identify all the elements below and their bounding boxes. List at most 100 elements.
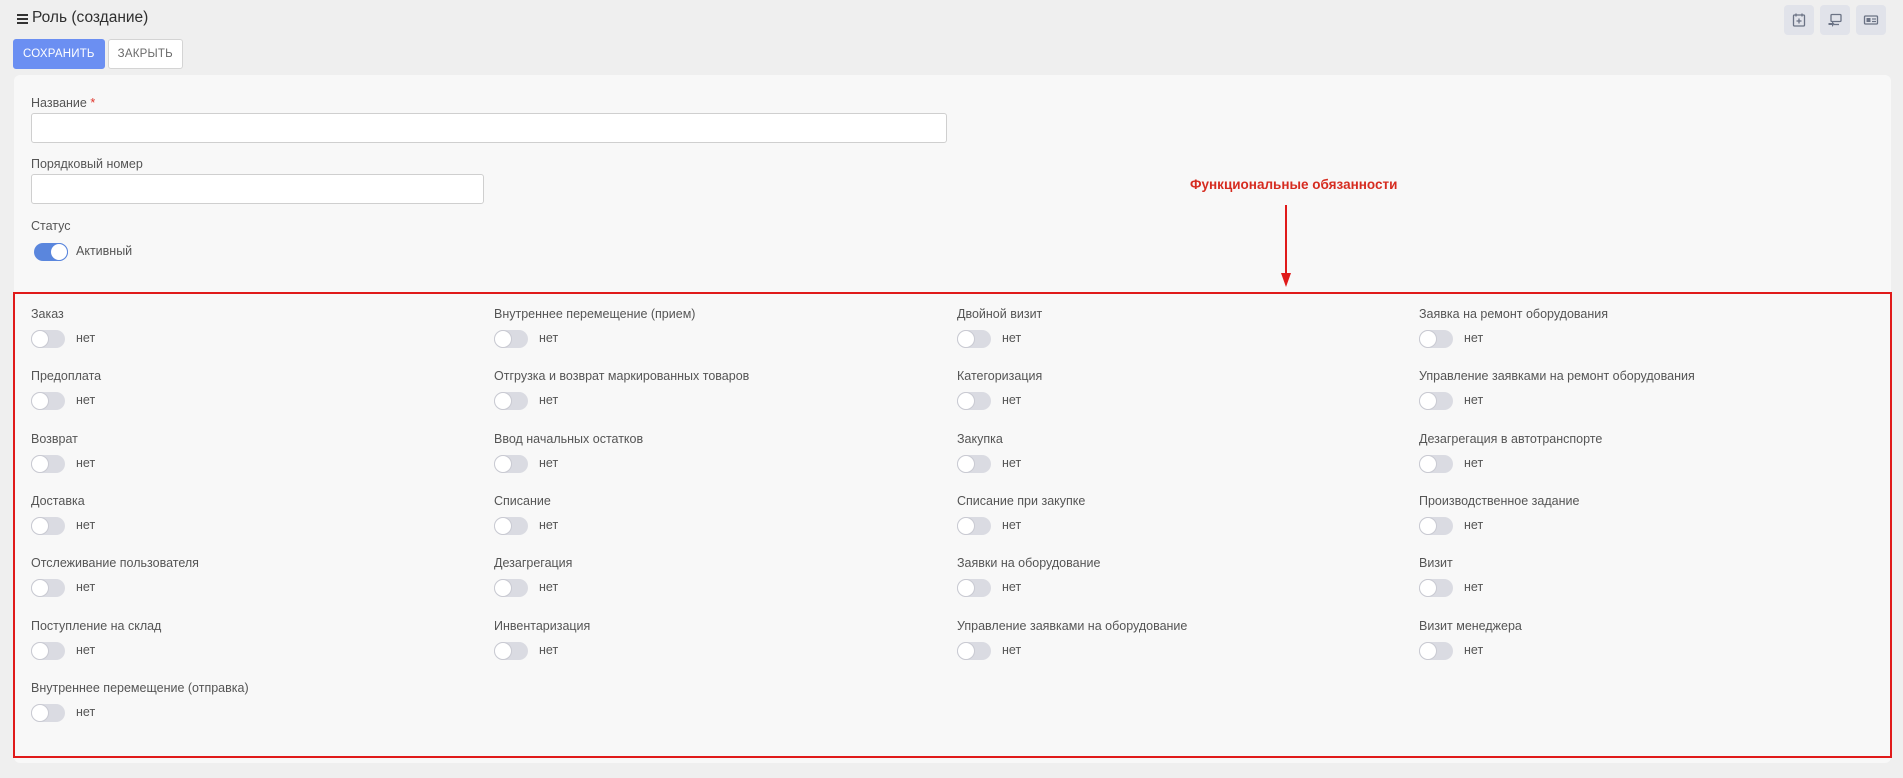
- duty-item: Отгрузка и возврат маркированных товаров…: [494, 369, 934, 425]
- toggle-knob: [31, 704, 49, 722]
- action-buttons: СОХРАНИТЬ ЗАКРЫТЬ: [13, 39, 183, 69]
- duty-toggle-value: нет: [1002, 393, 1022, 407]
- duty-toggle[interactable]: [957, 330, 991, 348]
- duty-toggle[interactable]: [31, 455, 65, 473]
- duty-toggle[interactable]: [31, 392, 65, 410]
- duty-label: Инвентаризация: [494, 619, 591, 633]
- toggle-knob: [1419, 579, 1437, 597]
- duty-toggle[interactable]: [1419, 392, 1453, 410]
- duty-toggle[interactable]: [31, 330, 65, 348]
- monitor-transfer-icon[interactable]: [1820, 5, 1850, 35]
- duty-toggle-value: нет: [1464, 643, 1484, 657]
- duty-item: Визит нет: [1419, 556, 1859, 612]
- toggle-knob: [494, 392, 512, 410]
- duty-item: Инвентаризация нет: [494, 619, 934, 675]
- duty-label: Визит: [1419, 556, 1453, 570]
- duty-toggle-value: нет: [76, 643, 96, 657]
- duty-toggle[interactable]: [31, 642, 65, 660]
- toggle-knob: [957, 330, 975, 348]
- duty-item: Внутреннее перемещение (прием) нет: [494, 307, 934, 363]
- page-title: Роль (создание): [17, 9, 148, 27]
- duty-toggle[interactable]: [1419, 455, 1453, 473]
- name-input[interactable]: [31, 113, 947, 143]
- duty-toggle[interactable]: [957, 642, 991, 660]
- duty-toggle[interactable]: [31, 517, 65, 535]
- duty-label: Доставка: [31, 494, 85, 508]
- top-icons: [1784, 5, 1886, 35]
- menu-icon[interactable]: [17, 13, 28, 24]
- toggle-knob: [31, 455, 49, 473]
- duty-toggle[interactable]: [1419, 517, 1453, 535]
- duty-label: Заявки на оборудование: [957, 556, 1101, 570]
- duty-toggle-value: нет: [76, 518, 96, 532]
- duty-toggle[interactable]: [494, 392, 528, 410]
- toggle-knob: [957, 642, 975, 660]
- toggle-knob: [1419, 392, 1437, 410]
- toggle-knob: [31, 579, 49, 597]
- duty-label: Дезагрегация в автотранспорте: [1419, 432, 1603, 446]
- duty-toggle[interactable]: [494, 330, 528, 348]
- duty-toggle-value: нет: [1002, 643, 1022, 657]
- id-card-icon[interactable]: [1856, 5, 1886, 35]
- duty-toggle[interactable]: [1419, 579, 1453, 597]
- duty-toggle[interactable]: [494, 517, 528, 535]
- order-number-input[interactable]: [31, 174, 484, 204]
- duty-toggle[interactable]: [957, 517, 991, 535]
- duty-item: Внутреннее перемещение (отправка) нет: [31, 681, 471, 737]
- duty-item: Дезагрегация в автотранспорте нет: [1419, 432, 1859, 488]
- duty-label: Отгрузка и возврат маркированных товаров: [494, 369, 750, 383]
- top-bar: Роль (создание): [0, 0, 1903, 38]
- required-mark: *: [90, 96, 96, 110]
- duty-toggle[interactable]: [957, 455, 991, 473]
- duty-label: Заказ: [31, 307, 64, 321]
- duty-item: Возврат нет: [31, 432, 471, 488]
- duty-toggle-value: нет: [76, 580, 96, 594]
- duty-label: Поступление на склад: [31, 619, 162, 633]
- duty-label: Списание при закупке: [957, 494, 1086, 508]
- toggle-knob: [957, 517, 975, 535]
- duty-label: Внутреннее перемещение (отправка): [31, 681, 249, 695]
- duty-toggle[interactable]: [31, 579, 65, 597]
- duty-toggle[interactable]: [494, 455, 528, 473]
- duty-toggle[interactable]: [957, 392, 991, 410]
- status-label: Статус: [31, 219, 71, 233]
- toggle-knob: [1419, 517, 1437, 535]
- duty-toggle-value: нет: [1464, 456, 1484, 470]
- name-label: Название *: [31, 96, 96, 110]
- status-toggle[interactable]: [34, 243, 68, 261]
- duty-item: Управление заявками на оборудование нет: [957, 619, 1397, 675]
- duty-toggle[interactable]: [1419, 330, 1453, 348]
- duty-toggle-value: нет: [539, 456, 559, 470]
- duty-toggle[interactable]: [494, 642, 528, 660]
- duty-toggle-value: нет: [1464, 331, 1484, 345]
- duty-item: Заявка на ремонт оборудования нет: [1419, 307, 1859, 363]
- toggle-knob: [31, 392, 49, 410]
- toggle-knob: [31, 517, 49, 535]
- duty-label: Внутреннее перемещение (прием): [494, 307, 696, 321]
- close-button[interactable]: ЗАКРЫТЬ: [107, 39, 183, 69]
- duty-toggle[interactable]: [31, 704, 65, 722]
- duty-item: Заказ нет: [31, 307, 471, 363]
- duty-item: Закупка нет: [957, 432, 1397, 488]
- toggle-knob: [494, 517, 512, 535]
- toggle-knob: [957, 392, 975, 410]
- duty-item: Доставка нет: [31, 494, 471, 550]
- duty-toggle-value: нет: [539, 518, 559, 532]
- duty-item: Отслеживание пользователя нет: [31, 556, 471, 612]
- duty-toggle[interactable]: [1419, 642, 1453, 660]
- duty-toggle-value: нет: [539, 643, 559, 657]
- toggle-knob: [31, 642, 49, 660]
- duty-toggle[interactable]: [957, 579, 991, 597]
- annotation-arrow-icon: [1281, 205, 1291, 287]
- page-title-text: Роль (создание): [32, 9, 149, 26]
- save-button[interactable]: СОХРАНИТЬ: [13, 39, 105, 69]
- duty-item: Дезагрегация нет: [494, 556, 934, 612]
- duty-label: Закупка: [957, 432, 1003, 446]
- duty-toggle-value: нет: [76, 705, 96, 719]
- calendar-add-icon[interactable]: [1784, 5, 1814, 35]
- duty-toggle-value: нет: [76, 456, 96, 470]
- toggle-knob: [494, 642, 512, 660]
- duty-toggle-value: нет: [539, 580, 559, 594]
- duty-toggle[interactable]: [494, 579, 528, 597]
- toggle-knob: [957, 579, 975, 597]
